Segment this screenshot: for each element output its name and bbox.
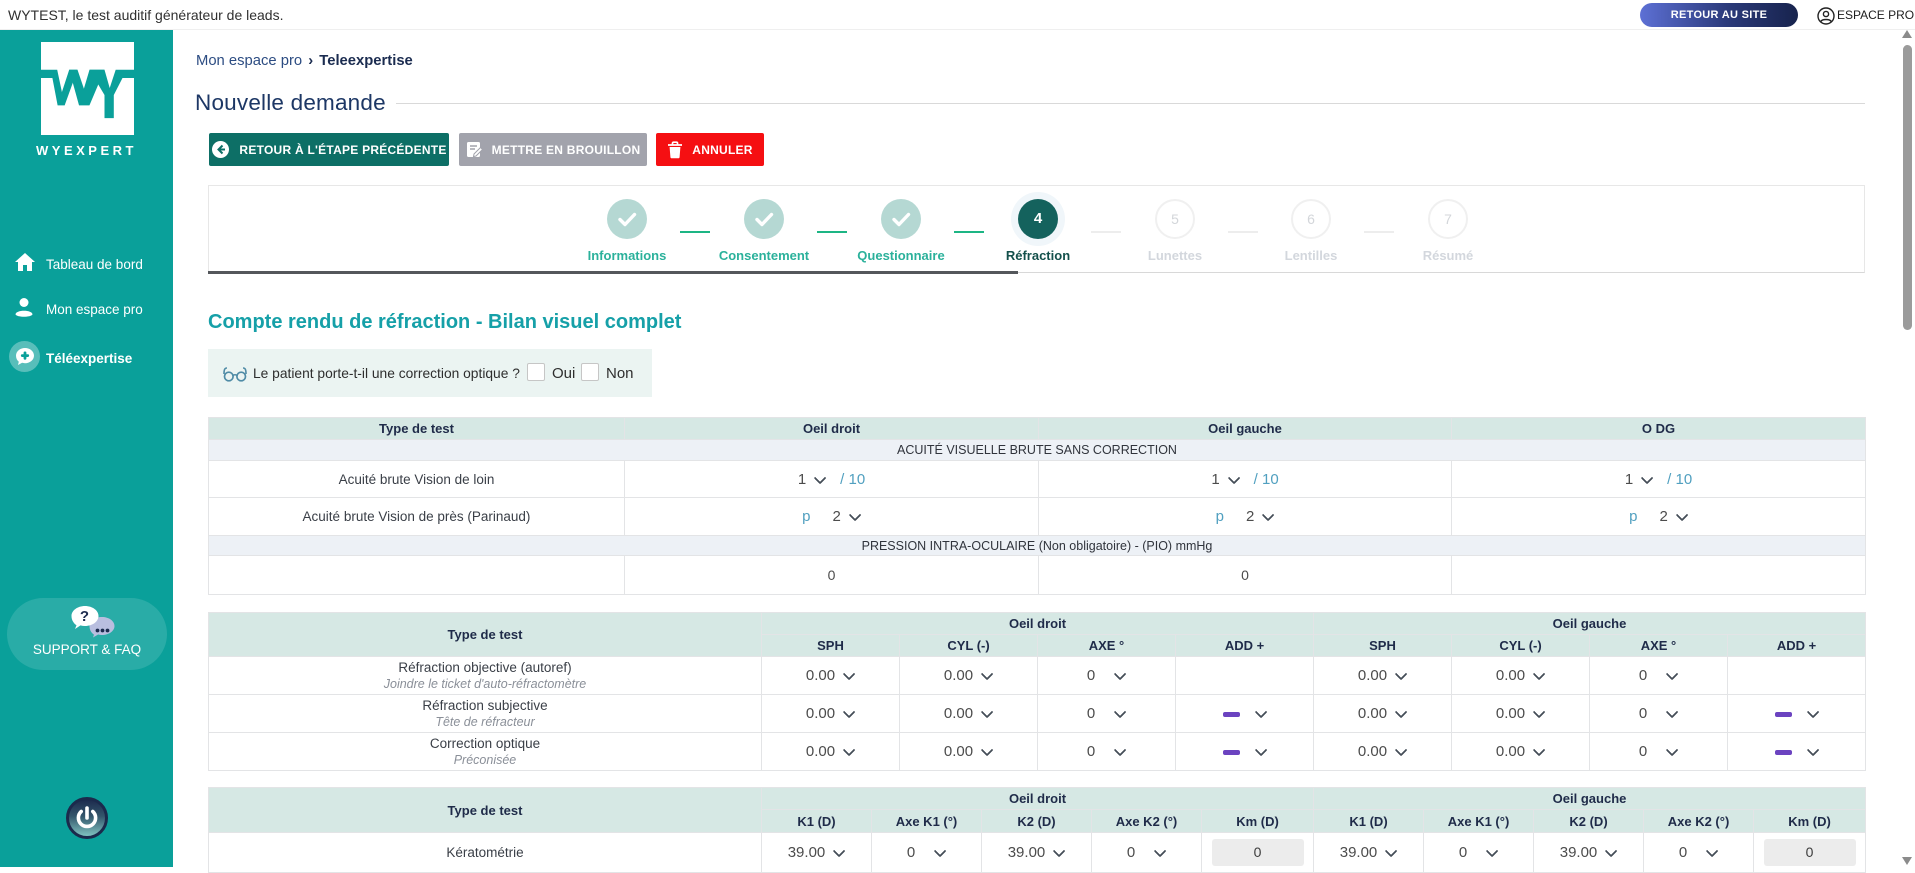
svg-text:?: ? — [80, 608, 89, 625]
